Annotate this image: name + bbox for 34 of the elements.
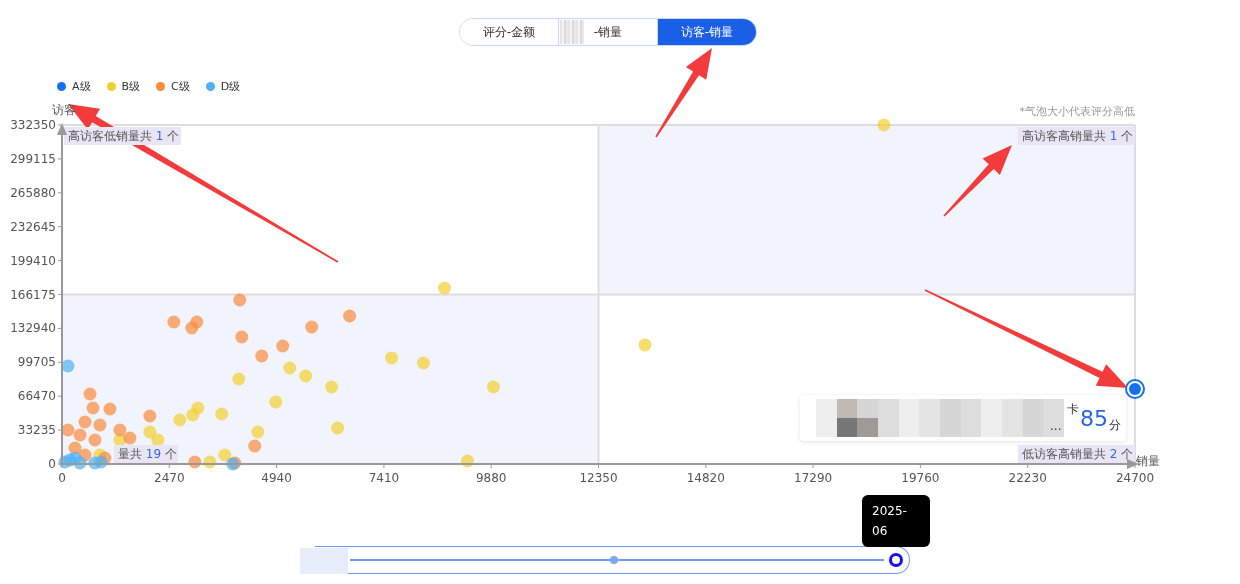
- score-value: 85: [1080, 406, 1108, 432]
- y-axis-title: 访客: [52, 103, 76, 117]
- x-tick-label: 22230: [1008, 471, 1047, 485]
- y-tick-label: 166175: [10, 287, 56, 302]
- x-tick-label: 14820: [686, 471, 725, 485]
- card-text: 卡: [1067, 401, 1079, 418]
- y-tick-label: 66470: [17, 389, 56, 404]
- x-tick-label: 4940: [261, 471, 292, 485]
- x-tick-label: 17290: [794, 471, 833, 485]
- x-tick-label: 9880: [475, 471, 507, 485]
- bubble-size-note: *气泡大小代表评分高低: [1019, 105, 1135, 118]
- card-text: ...: [1050, 419, 1062, 433]
- x-tick-label: 2470: [154, 471, 185, 485]
- x-tick-label: 24700: [1115, 471, 1155, 485]
- y-tick-label: 132940: [10, 321, 56, 336]
- y-tick-label: 265880: [10, 185, 56, 200]
- x-tick-label: 12350: [579, 471, 618, 485]
- y-tick-label: 99705: [17, 355, 56, 370]
- quadrant-label: 量共 19 个: [114, 445, 178, 463]
- y-tick-label: 232645: [10, 219, 56, 234]
- y-tick-label: 33235: [17, 423, 56, 438]
- x-tick-label: 19760: [901, 471, 940, 485]
- x-axis-title: 销量: [1136, 454, 1160, 468]
- timeline-tooltip: 2025-06: [862, 495, 930, 547]
- y-tick-label: 199410: [10, 253, 56, 268]
- x-tick-label: 7410: [368, 471, 400, 485]
- y-tick-label: 332350: [10, 118, 56, 132]
- y-tick-label: 0: [48, 457, 56, 471]
- quadrant-label: 高访客低销量共 1 个: [64, 127, 181, 145]
- score-unit: 分: [1109, 417, 1121, 434]
- x-tick-label: 0: [58, 471, 66, 485]
- quadrant-label: 低访客高销量共 2 个: [1018, 445, 1135, 463]
- y-tick-label: 299115: [10, 151, 56, 166]
- quadrant-label: 高访客高销量共 1 个: [1018, 127, 1135, 145]
